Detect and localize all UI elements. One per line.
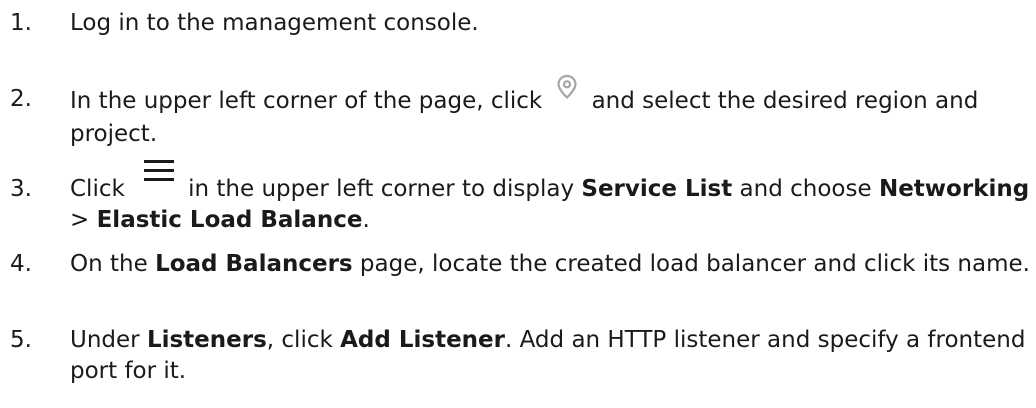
step-3-end: .	[362, 207, 370, 233]
hamburger-menu-icon	[144, 160, 175, 191]
add-listener-label: Add Listener	[340, 327, 505, 353]
step-2-text-before-icon: In the upper left corner of the page, cl…	[70, 88, 543, 114]
step-3-mid1: in the upper left corner to display	[188, 176, 575, 202]
step-number: 5.	[10, 327, 32, 353]
load-balancers-label: Load Balancers	[155, 251, 353, 277]
step-3-click: Click	[70, 176, 125, 202]
networking-label: Networking	[878, 176, 1030, 202]
step-5-pre: Under	[70, 327, 140, 353]
step-4-post: page, locate the created load balancer a…	[359, 251, 1030, 277]
elb-label: Elastic Load Balance	[96, 207, 363, 233]
step-text: In the upper left corner of the page, cl…	[70, 74, 1030, 150]
step-4-pre: On the	[70, 251, 148, 277]
step-text: Click in the upper left corner to displa…	[70, 160, 1030, 236]
step-5-mid: , click	[266, 327, 333, 353]
service-list-label: Service List	[581, 176, 733, 202]
step-number: 4.	[10, 251, 32, 277]
step-number: 3.	[10, 176, 32, 202]
step-text: On the Load Balancers page, locate the c…	[70, 249, 1030, 280]
step-number: 2.	[10, 86, 32, 112]
step-1-text: Log in to the management console.	[70, 10, 479, 36]
procedure-steps: 1. Log in to the management console. 2. …	[0, 0, 1036, 408]
listeners-label: Listeners	[146, 327, 267, 353]
path-separator: >	[70, 207, 90, 233]
location-pin-icon	[556, 74, 578, 109]
step-number: 1.	[10, 10, 32, 36]
step-3-mid2: and choose	[739, 176, 872, 202]
step-text: Under Listeners, click Add Listener. Add…	[70, 325, 1030, 387]
step-text: Log in to the management console.	[70, 8, 1030, 39]
